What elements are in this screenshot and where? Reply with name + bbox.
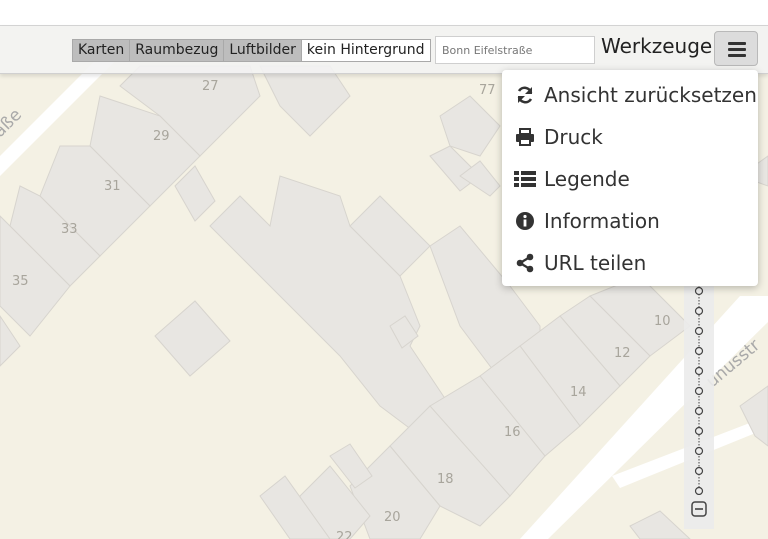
background-option-karten[interactable]: Karten [73, 40, 131, 61]
building [154, 300, 231, 377]
background-switcher: Karten Raumbezug Luftbilder kein Hinterg… [72, 39, 431, 62]
tools-label: Werkzeuge [601, 34, 713, 58]
zoom-control [684, 285, 714, 529]
hamburger-icon [728, 48, 746, 51]
menu-item-label: URL teilen [544, 251, 647, 275]
house-number: 31 [104, 179, 121, 194]
info-icon [514, 211, 536, 231]
building [629, 510, 691, 539]
tools-menu-button[interactable] [714, 31, 758, 66]
menu-item-reset-view[interactable]: Ansicht zurücksetzen [502, 74, 758, 116]
print-icon [514, 127, 536, 147]
refresh-icon [514, 85, 536, 105]
menu-item-print[interactable]: Druck [502, 116, 758, 158]
house-number: 20 [384, 510, 401, 525]
house-number: 16 [504, 425, 521, 440]
address-search-input[interactable] [435, 36, 595, 64]
house-number: 22 [336, 530, 353, 539]
house-number: 10 [654, 314, 671, 329]
building [209, 175, 451, 437]
menu-item-share-url[interactable]: URL teilen [502, 242, 758, 284]
hamburger-icon [728, 42, 746, 45]
building [259, 65, 351, 137]
list-icon [514, 169, 536, 189]
house-number: 14 [570, 385, 587, 400]
menu-item-label: Druck [544, 125, 603, 149]
hamburger-icon [728, 54, 746, 57]
share-icon [514, 253, 536, 273]
house-number: 35 [12, 274, 29, 289]
zoom-slider[interactable] [684, 285, 714, 495]
house-number: 29 [153, 129, 170, 144]
house-number: 12 [614, 346, 631, 361]
background-option-raumbezug[interactable]: Raumbezug [130, 40, 225, 61]
menu-item-label: Ansicht zurücksetzen [544, 83, 757, 107]
menu-item-information[interactable]: Information [502, 200, 758, 242]
tools-dropdown-menu: Ansicht zurücksetzen Druck Legende Infor… [502, 70, 758, 286]
background-option-luftbilder[interactable]: Luftbilder [224, 40, 302, 61]
menu-item-label: Information [544, 209, 660, 233]
top-bar [0, 0, 768, 26]
house-number: 18 [437, 472, 454, 487]
house-number: 33 [61, 222, 78, 237]
zoom-out-icon[interactable] [691, 501, 707, 517]
menu-item-label: Legende [544, 167, 630, 191]
background-option-kein-hintergrund[interactable]: kein Hintergrund [301, 40, 430, 61]
menu-item-legend[interactable]: Legende [502, 158, 758, 200]
house-number: 77 [479, 83, 496, 98]
house-number: 27 [202, 79, 219, 94]
